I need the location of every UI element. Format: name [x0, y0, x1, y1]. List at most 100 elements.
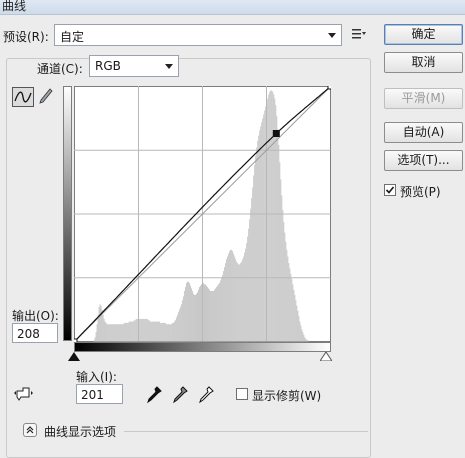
histogram-bar: [158, 321, 160, 342]
histogram-bar: [198, 287, 200, 342]
histogram-bar: [219, 283, 221, 342]
histogram-bar: [281, 195, 283, 342]
histogram-bar: [236, 261, 238, 342]
histogram-bar: [126, 322, 128, 342]
histogram-bar: [192, 293, 194, 342]
histogram-bar: [148, 320, 150, 342]
histogram-bar: [147, 320, 149, 342]
histogram-bar: [289, 268, 291, 342]
histogram-bar: [122, 324, 124, 342]
histogram-bar: [229, 251, 231, 342]
histogram-bar: [268, 94, 270, 342]
black-point-slider[interactable]: [68, 352, 80, 361]
histogram-bar: [292, 284, 294, 342]
histogram-bar: [135, 318, 137, 342]
gray-eyedropper-icon[interactable]: [172, 386, 188, 404]
histogram-bar: [179, 306, 181, 342]
histogram-bar: [170, 324, 172, 342]
histogram-bar: [149, 321, 151, 342]
histogram-bar: [238, 264, 240, 342]
options-divider: [124, 431, 368, 432]
histogram-bar: [247, 236, 249, 342]
pencil-icon[interactable]: [38, 87, 54, 105]
histogram-bar: [259, 130, 261, 342]
preset-menu-icon[interactable]: [352, 28, 366, 40]
input-gradient-bar: [74, 342, 331, 352]
histogram-bar: [96, 324, 98, 342]
curve-point[interactable]: [74, 338, 78, 342]
histogram-bar: [114, 324, 116, 342]
histogram-bar: [110, 324, 112, 342]
histogram-bar: [119, 324, 121, 342]
histogram-bar: [271, 90, 273, 342]
histogram-bar: [287, 256, 289, 342]
histogram-bar: [209, 289, 211, 342]
histogram-bar: [216, 287, 218, 342]
histogram-bar: [213, 291, 215, 342]
selected-curve-point[interactable]: [272, 130, 280, 137]
histogram-bar: [194, 295, 196, 342]
histogram-bar: [212, 291, 214, 342]
histogram-bar: [191, 291, 193, 342]
histogram-bar: [193, 295, 195, 342]
targeted-adjust-icon[interactable]: [13, 385, 35, 403]
ok-button[interactable]: 确定: [384, 24, 463, 45]
histogram-bar: [107, 324, 109, 342]
histogram-bar: [230, 249, 232, 342]
channel-dropdown[interactable]: RGB: [89, 55, 179, 77]
histogram-bar: [199, 285, 201, 342]
histogram-bar: [136, 318, 138, 342]
chevron-down-icon: [328, 33, 336, 38]
auto-button[interactable]: 自动(A): [384, 122, 463, 143]
histogram-bar: [304, 337, 306, 342]
histogram-bar: [263, 114, 265, 342]
histogram-bar: [180, 304, 182, 342]
output-field[interactable]: 208: [12, 323, 58, 343]
histogram-bar: [94, 337, 96, 342]
histogram-bar: [169, 324, 171, 342]
histogram-bar: [125, 322, 127, 342]
white-point-slider[interactable]: [320, 352, 332, 361]
histogram-bar: [172, 322, 174, 342]
input-field[interactable]: 201: [76, 384, 123, 404]
smooth-button[interactable]: 平滑(M): [384, 88, 463, 109]
histogram-bar: [217, 285, 219, 342]
histogram-bar: [171, 322, 173, 342]
histogram-bar: [160, 322, 162, 342]
histogram-bar: [159, 322, 161, 342]
histogram-bar: [250, 208, 252, 342]
histogram-bar: [272, 91, 274, 342]
histogram-bar: [302, 332, 304, 342]
histogram-bar: [269, 91, 271, 342]
curve-point[interactable]: [327, 86, 331, 90]
histogram-bar: [254, 164, 256, 342]
preset-label: 预设(R):: [3, 30, 49, 44]
histogram-bar: [283, 221, 285, 342]
histogram-bar: [220, 280, 222, 342]
histogram-bar: [306, 340, 308, 342]
histogram-bar: [146, 318, 148, 342]
preset-dropdown[interactable]: 自定: [54, 24, 342, 46]
histogram-bar: [151, 321, 153, 342]
preview-checkbox[interactable]: [384, 184, 396, 196]
histogram-bar: [189, 285, 191, 342]
histogram-bar: [270, 90, 272, 342]
curves-graph[interactable]: [74, 86, 331, 342]
histogram-bar: [155, 321, 157, 342]
histogram-bar: [276, 115, 278, 342]
histogram-bar: [154, 321, 156, 342]
preset-value: 自定: [60, 30, 85, 44]
check-icon: [385, 186, 395, 194]
curve-tool-button[interactable]: [12, 87, 34, 107]
histogram-bar: [210, 291, 212, 342]
options-button[interactable]: 选项(T)...: [384, 150, 463, 171]
cancel-button[interactable]: 取消: [384, 52, 463, 73]
histogram-bar: [123, 322, 125, 342]
histogram-bar: [188, 283, 190, 342]
histogram-bar: [245, 248, 247, 342]
black-eyedropper-icon[interactable]: [146, 386, 162, 404]
white-eyedropper-icon[interactable]: [198, 386, 214, 404]
histogram-bar: [184, 287, 186, 342]
expand-options-button[interactable]: [23, 423, 37, 437]
show-clipping-checkbox[interactable]: [236, 388, 248, 400]
